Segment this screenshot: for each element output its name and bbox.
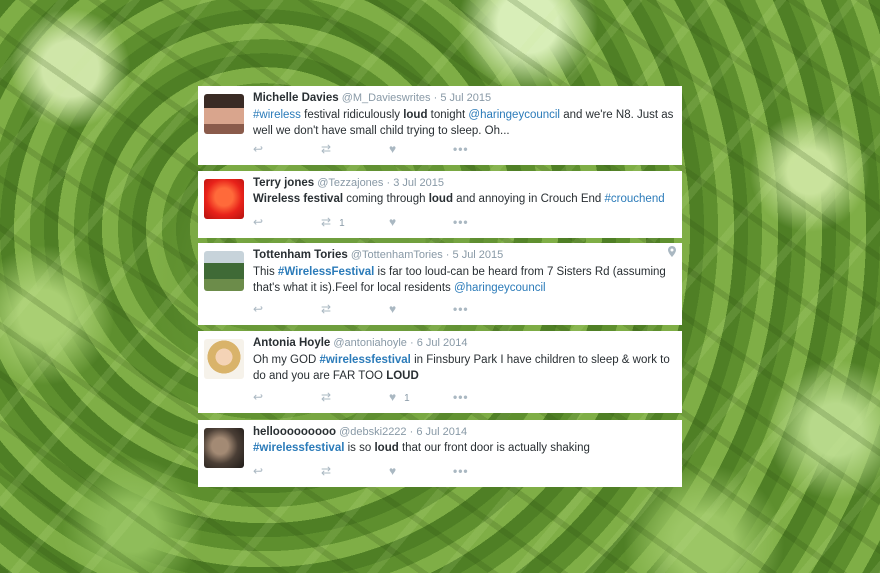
- heart-icon[interactable]: ♥: [389, 141, 404, 157]
- tweet-card[interactable]: Antonia Hoyle @antoniahoyle · 6 Jul 2014…: [198, 331, 682, 413]
- tweet-text: #wireless festival ridiculously loud ton…: [253, 107, 674, 139]
- retweet-icon[interactable]: ⇄: [321, 389, 339, 405]
- tweet-actions: ↩ ⇄ ♥ •••: [253, 463, 483, 479]
- retweet-icon[interactable]: ⇄: [321, 301, 339, 317]
- mention-link[interactable]: @haringeycouncil: [468, 109, 560, 121]
- avatar[interactable]: [204, 179, 244, 219]
- tweet-actions: ↩ ⇄ ♥ •••: [253, 141, 483, 157]
- tweet-text-segment: loud: [428, 193, 453, 205]
- tweet-text: Wireless festival coming through loud an…: [253, 191, 674, 207]
- author-handle[interactable]: @antoniahoyle: [333, 337, 407, 349]
- author-name[interactable]: Terry jones: [253, 177, 314, 189]
- more-icon[interactable]: •••: [453, 301, 469, 317]
- more-icon[interactable]: •••: [453, 141, 469, 157]
- tweet-text: #wirelessfestival is so loud that our fr…: [253, 440, 674, 456]
- retweet-count: 1: [339, 218, 345, 229]
- tweet-text-segment: Oh my GOD: [253, 354, 320, 366]
- mention-link[interactable]: @haringeycouncil: [454, 282, 546, 294]
- tweet-text-segment: Wireless festival: [253, 193, 344, 205]
- tweet-actions: ↩ ⇄ ♥ 1 •••: [253, 389, 483, 405]
- heart-icon[interactable]: ♥: [389, 301, 404, 317]
- tweet-text-segment: tonight: [427, 109, 469, 121]
- tweet-actions: ↩ ⇄ ♥ •••: [253, 301, 483, 317]
- more-icon[interactable]: •••: [453, 463, 469, 479]
- tweet-date[interactable]: 5 Jul 2015: [453, 249, 504, 261]
- tweet-text-segment: LOUD: [386, 370, 419, 382]
- reply-icon[interactable]: ↩: [253, 389, 263, 405]
- tweet-card[interactable]: Michelle Davies @M_Davieswrites · 5 Jul …: [198, 86, 682, 165]
- separator-dot: ·: [445, 249, 453, 261]
- author-handle[interactable]: @TottenhamTories: [351, 249, 443, 261]
- tweet-date[interactable]: 6 Jul 2014: [416, 426, 467, 438]
- hashtag-link[interactable]: #WirelessFestival: [278, 266, 374, 278]
- author-handle[interactable]: @M_Davieswrites: [342, 92, 431, 104]
- tweet-text-segment: coming through: [343, 193, 429, 205]
- tweet-text: This #WirelessFestival is far too loud-c…: [253, 264, 674, 296]
- tweet-header: Michelle Davies @M_Davieswrites · 5 Jul …: [253, 92, 491, 104]
- avatar[interactable]: [204, 251, 244, 291]
- reply-icon[interactable]: ↩: [253, 463, 263, 479]
- tweet-text-segment: This: [253, 266, 278, 278]
- hashtag-link[interactable]: #wireless: [253, 109, 301, 121]
- more-icon[interactable]: •••: [453, 214, 469, 230]
- tweet-text-segment: loud: [403, 109, 428, 121]
- reply-icon[interactable]: ↩: [253, 141, 263, 157]
- like-count: 1: [404, 393, 410, 404]
- reply-icon[interactable]: ↩: [253, 214, 263, 230]
- avatar[interactable]: [204, 94, 244, 134]
- author-handle[interactable]: @Tezzajones: [317, 177, 383, 189]
- author-name[interactable]: Antonia Hoyle: [253, 337, 330, 349]
- tweet-card[interactable]: Tottenham Tories @TottenhamTories · 5 Ju…: [198, 243, 682, 325]
- tweet-text-segment: festival ridiculously: [300, 109, 404, 121]
- reply-icon[interactable]: ↩: [253, 301, 263, 317]
- tweet-date[interactable]: 5 Jul 2015: [440, 92, 491, 104]
- tweet-text-segment: loud: [374, 442, 399, 454]
- avatar[interactable]: [204, 428, 244, 468]
- heart-icon[interactable]: ♥ 1: [389, 389, 410, 405]
- tweet-date[interactable]: 6 Jul 2014: [417, 337, 468, 349]
- heart-icon[interactable]: ♥: [389, 463, 404, 479]
- author-name[interactable]: hellooooooooo: [253, 426, 336, 438]
- tweet-actions: ↩ ⇄ 1 ♥ •••: [253, 214, 483, 230]
- hashtag-link[interactable]: #wirelessfestival: [319, 354, 410, 366]
- tweet-text-segment: and annoying in Crouch End: [452, 193, 605, 205]
- retweet-icon[interactable]: ⇄: [321, 463, 339, 479]
- author-name[interactable]: Michelle Davies: [253, 92, 339, 104]
- more-icon[interactable]: •••: [453, 389, 469, 405]
- hashtag-link[interactable]: #crouchend: [605, 193, 665, 205]
- hashtag-link[interactable]: #wirelessfestival: [253, 442, 344, 454]
- tweet-date[interactable]: 3 Jul 2015: [393, 177, 444, 189]
- tweet-header: Antonia Hoyle @antoniahoyle · 6 Jul 2014: [253, 337, 468, 349]
- tweet-header: hellooooooooo @debski2222 · 6 Jul 2014: [253, 426, 467, 438]
- tweet-header: Tottenham Tories @TottenhamTories · 5 Ju…: [253, 249, 503, 261]
- location-pin-icon[interactable]: [668, 246, 676, 257]
- author-handle[interactable]: @debski2222: [339, 426, 406, 438]
- separator-dot: ·: [410, 337, 417, 349]
- retweet-icon[interactable]: ⇄: [321, 141, 339, 157]
- tweet-text-segment: is so: [344, 442, 375, 454]
- tweet-text: Oh my GOD #wirelessfestival in Finsbury …: [253, 352, 674, 384]
- tweet-card[interactable]: Terry jones @Tezzajones · 3 Jul 2015 Wir…: [198, 171, 682, 238]
- retweet-icon[interactable]: ⇄ 1: [321, 214, 345, 230]
- heart-icon[interactable]: ♥: [389, 214, 404, 230]
- author-name[interactable]: Tottenham Tories: [253, 249, 348, 261]
- avatar[interactable]: [204, 339, 244, 379]
- tweet-card[interactable]: hellooooooooo @debski2222 · 6 Jul 2014 #…: [198, 420, 682, 487]
- tweet-text-segment: that our front door is actually shaking: [398, 442, 590, 454]
- tweet-header: Terry jones @Tezzajones · 3 Jul 2015: [253, 177, 444, 189]
